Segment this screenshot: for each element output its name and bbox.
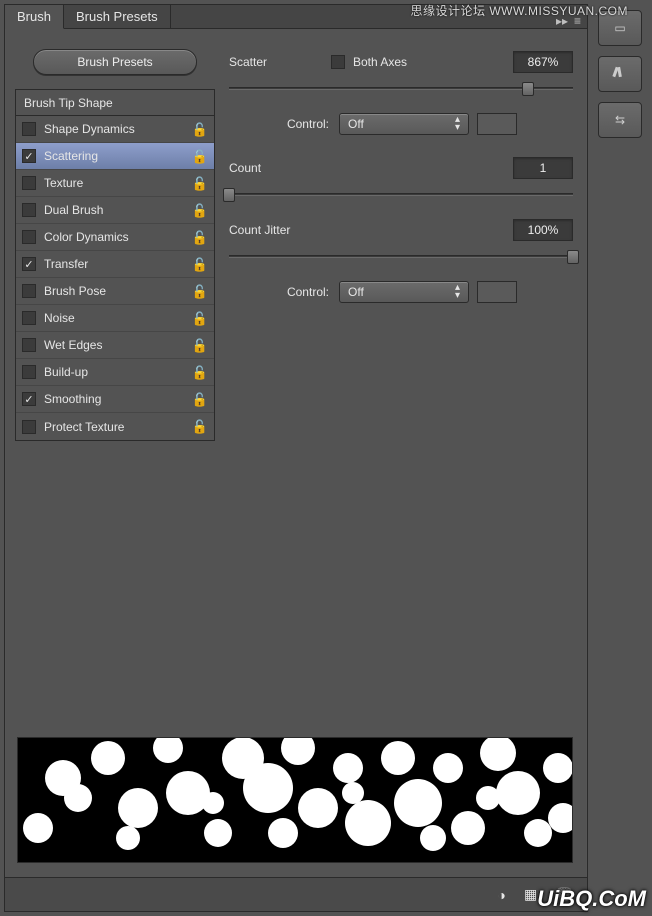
count-jitter-slider[interactable] <box>229 247 573 267</box>
option-checkbox[interactable] <box>22 230 36 244</box>
option-checkbox[interactable] <box>22 257 36 271</box>
lock-icon[interactable]: 🔓 <box>192 230 208 246</box>
option-label: Color Dynamics <box>44 230 129 244</box>
both-axes-checkbox[interactable] <box>331 55 345 69</box>
option-color-dynamics[interactable]: Color Dynamics 🔓 <box>16 224 214 251</box>
option-noise[interactable]: Noise 🔓 <box>16 305 214 332</box>
option-label: Texture <box>44 176 83 190</box>
count-jitter-label: Count Jitter <box>229 223 325 237</box>
option-label: Shape Dynamics <box>44 122 135 136</box>
option-label: Smoothing <box>44 392 101 406</box>
brush-panel: Brush Brush Presets ▸▸ ≡ Brush Presets B… <box>4 4 588 912</box>
watermark-top: 思缘设计论坛 WWW.MISSYUAN.COM <box>411 2 629 19</box>
scatter-label: Scatter <box>229 55 325 69</box>
tab-brush-presets[interactable]: Brush Presets <box>64 4 171 28</box>
option-checkbox[interactable] <box>22 284 36 298</box>
scatter-slider[interactable] <box>229 79 573 99</box>
jitter-control-label: Control: <box>229 285 339 299</box>
tab-brush[interactable]: Brush <box>5 5 64 29</box>
watermark-bottom: UiBQ.CoM <box>537 886 646 912</box>
option-label: Noise <box>44 311 75 325</box>
lock-icon[interactable]: 🔓 <box>192 392 208 408</box>
dock-brushes-icon[interactable] <box>598 56 642 92</box>
option-label: Brush Pose <box>44 284 106 298</box>
chevron-updown-icon: ▴▾ <box>455 284 460 300</box>
option-scattering[interactable]: Scattering 🔓 <box>16 143 214 170</box>
lock-icon[interactable]: 🔓 <box>192 311 208 327</box>
lock-icon[interactable]: 🔓 <box>192 203 208 219</box>
option-protect-texture[interactable]: Protect Texture 🔓 <box>16 413 214 440</box>
scatter-value-input[interactable]: 867% <box>513 51 573 73</box>
panel-footer: ◑ ▦ 🗑 <box>5 877 587 911</box>
option-checkbox[interactable] <box>22 149 36 163</box>
option-wet-edges[interactable]: Wet Edges 🔓 <box>16 332 214 359</box>
dock-tool-presets-icon[interactable]: ⇆ <box>598 102 642 138</box>
chevron-updown-icon: ▴▾ <box>455 116 460 132</box>
toggle-brush-preview-icon[interactable]: ◑ <box>498 887 506 903</box>
jitter-control-swatch[interactable] <box>477 281 517 303</box>
option-shape-dynamics[interactable]: Shape Dynamics 🔓 <box>16 116 214 143</box>
option-label: Protect Texture <box>44 420 124 434</box>
option-checkbox[interactable] <box>22 311 36 325</box>
lock-icon[interactable]: 🔓 <box>192 257 208 273</box>
option-checkbox[interactable] <box>22 392 36 406</box>
option-label: Transfer <box>44 257 88 271</box>
option-smoothing[interactable]: Smoothing 🔓 <box>16 386 214 413</box>
count-label: Count <box>229 161 325 175</box>
option-build-up[interactable]: Build-up 🔓 <box>16 359 214 386</box>
brush-stroke-preview <box>17 737 573 863</box>
brush-options-list: Brush Tip Shape Shape Dynamics🔓Scatterin… <box>15 89 215 441</box>
option-transfer[interactable]: Transfer 🔓 <box>16 251 214 278</box>
option-label: Build-up <box>44 365 88 379</box>
count-slider[interactable] <box>229 185 573 205</box>
scatter-control-label: Control: <box>229 117 339 131</box>
count-jitter-value-input[interactable]: 100% <box>513 219 573 241</box>
brush-sidebar: Brush Presets Brush Tip Shape Shape Dyna… <box>15 49 215 441</box>
lock-icon[interactable]: 🔓 <box>192 365 208 381</box>
count-value-input[interactable]: 1 <box>513 157 573 179</box>
scattering-settings: Scatter Both Axes 867% Control: Off ▴▾ C… <box>229 49 573 309</box>
option-checkbox[interactable] <box>22 365 36 379</box>
option-checkbox[interactable] <box>22 176 36 190</box>
option-checkbox[interactable] <box>22 122 36 136</box>
lock-icon[interactable]: 🔓 <box>192 338 208 354</box>
option-checkbox[interactable] <box>22 420 36 434</box>
option-texture[interactable]: Texture 🔓 <box>16 170 214 197</box>
jitter-control-dropdown[interactable]: Off ▴▾ <box>339 281 469 303</box>
option-label: Wet Edges <box>44 338 102 352</box>
brush-presets-button[interactable]: Brush Presets <box>33 49 197 75</box>
option-label: Dual Brush <box>44 203 103 217</box>
option-label: Scattering <box>44 149 98 163</box>
lock-icon[interactable]: 🔓 <box>192 122 208 138</box>
option-dual-brush[interactable]: Dual Brush 🔓 <box>16 197 214 224</box>
lock-icon[interactable]: 🔓 <box>192 419 208 435</box>
option-checkbox[interactable] <box>22 203 36 217</box>
brush-tip-shape-header[interactable]: Brush Tip Shape <box>16 90 214 116</box>
scatter-control-dropdown[interactable]: Off ▴▾ <box>339 113 469 135</box>
lock-icon[interactable]: 🔓 <box>192 176 208 192</box>
lock-icon[interactable]: 🔓 <box>192 149 208 165</box>
scatter-control-swatch[interactable] <box>477 113 517 135</box>
option-brush-pose[interactable]: Brush Pose 🔓 <box>16 278 214 305</box>
lock-icon[interactable]: 🔓 <box>192 284 208 300</box>
both-axes-label: Both Axes <box>353 55 407 69</box>
dock-strip: ▭ ⇆ <box>592 4 648 148</box>
option-checkbox[interactable] <box>22 338 36 352</box>
new-preset-icon[interactable]: ▦ <box>524 886 537 903</box>
